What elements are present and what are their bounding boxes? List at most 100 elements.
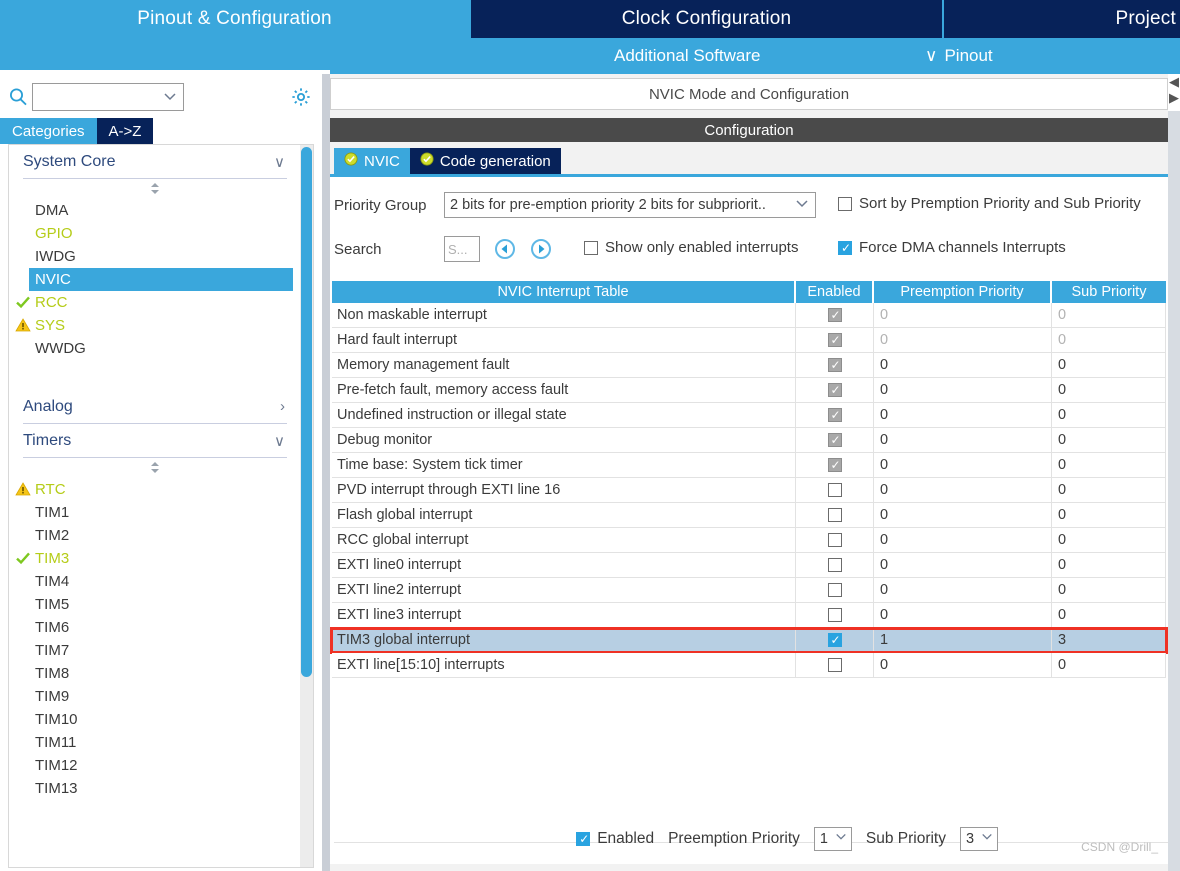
table-row[interactable]: RCC global interrupt 0 0	[332, 528, 1166, 553]
priority-group-select[interactable]: 2 bits for pre-emption priority 2 bits f…	[444, 192, 816, 218]
interrupt-enabled-cell[interactable]: ✓	[796, 378, 874, 402]
table-row[interactable]: Memory management fault ✓ 0 0	[332, 353, 1166, 378]
sidebar-tab-categories[interactable]: Categories	[0, 118, 97, 144]
interrupt-preemption-priority[interactable]: 0	[874, 553, 1052, 577]
list-spinner[interactable]	[9, 179, 301, 199]
interrupt-preemption-priority[interactable]: 0	[874, 403, 1052, 427]
interrupt-enabled-checkbox[interactable]	[827, 658, 842, 672]
interrupt-enabled-cell[interactable]: ✓	[796, 328, 874, 352]
sidebar-item-tim4[interactable]: TIM4	[9, 570, 301, 593]
collapse-right-icon[interactable]: ▶	[1168, 90, 1180, 106]
force-dma-checkbox-row[interactable]: ✓ Force DMA channels Interrupts	[838, 239, 1066, 256]
sidebar-item-tim8[interactable]: TIM8	[9, 662, 301, 685]
tab-pinout-configuration[interactable]: Pinout & Configuration	[0, 0, 469, 38]
interrupt-sub-priority[interactable]: 0	[1052, 428, 1166, 452]
sidebar-item-iwdg[interactable]: IWDG	[9, 245, 301, 268]
interrupt-preemption-priority[interactable]: 0	[874, 503, 1052, 527]
interrupt-enabled-checkbox[interactable]: ✓	[827, 408, 842, 422]
interrupt-enabled-cell[interactable]	[796, 603, 874, 627]
interrupt-sub-priority[interactable]: 0	[1052, 453, 1166, 477]
interrupt-enabled-cell[interactable]: ✓	[796, 628, 874, 652]
interrupt-enabled-checkbox[interactable]: ✓	[827, 458, 842, 472]
sidebar-item-rcc[interactable]: RCC	[9, 291, 301, 314]
interrupt-sub-priority[interactable]: 0	[1052, 303, 1166, 327]
interrupt-sub-priority[interactable]: 0	[1052, 478, 1166, 502]
interrupt-enabled-checkbox[interactable]	[827, 583, 842, 597]
interrupt-enabled-checkbox[interactable]: ✓	[827, 358, 842, 372]
interrupt-enabled-cell[interactable]: ✓	[796, 403, 874, 427]
table-row[interactable]: Hard fault interrupt ✓ 0 0	[332, 328, 1166, 353]
table-row[interactable]: PVD interrupt through EXTI line 16 0 0	[332, 478, 1166, 503]
sidebar-item-gpio[interactable]: GPIO	[9, 222, 301, 245]
interrupt-preemption-priority[interactable]: 0	[874, 378, 1052, 402]
interrupt-enabled-cell[interactable]: ✓	[796, 453, 874, 477]
interrupt-enabled-checkbox[interactable]: ✓	[827, 433, 842, 447]
sidebar-item-tim5[interactable]: TIM5	[9, 593, 301, 616]
sidebar-item-wwdg[interactable]: WWDG	[9, 337, 301, 360]
sidebar-item-sys[interactable]: SYS	[9, 314, 301, 337]
table-row[interactable]: EXTI line2 interrupt 0 0	[332, 578, 1166, 603]
tab-project-manager[interactable]: Project	[944, 0, 1180, 38]
interrupt-preemption-priority[interactable]: 0	[874, 528, 1052, 552]
tab-clock-configuration[interactable]: Clock Configuration	[471, 0, 942, 38]
sidebar-item-nvic[interactable]: NVIC	[29, 268, 293, 291]
interrupt-sub-priority[interactable]: 0	[1052, 603, 1166, 627]
interrupt-enabled-cell[interactable]	[796, 528, 874, 552]
collapse-left-icon[interactable]: ◀	[1168, 74, 1180, 90]
interrupt-preemption-priority[interactable]: 0	[874, 478, 1052, 502]
table-row[interactable]: Flash global interrupt 0 0	[332, 503, 1166, 528]
table-row[interactable]: TIM3 global interrupt ✓ 1 3	[330, 627, 1168, 654]
sidebar-item-tim1[interactable]: TIM1	[9, 501, 301, 524]
interrupt-enabled-checkbox[interactable]	[827, 558, 842, 572]
interrupt-enabled-cell[interactable]: ✓	[796, 303, 874, 327]
column-header-enabled[interactable]: Enabled	[796, 281, 874, 303]
sidebar-item-tim3[interactable]: TIM3	[9, 547, 301, 570]
tab-code-generation[interactable]: Code generation	[409, 148, 561, 174]
panel-divider[interactable]	[322, 74, 330, 871]
interrupt-enabled-checkbox[interactable]	[827, 608, 842, 622]
interrupt-enabled-cell[interactable]: ✓	[796, 353, 874, 377]
table-row[interactable]: Non maskable interrupt ✓ 0 0	[332, 303, 1166, 328]
sidebar-group-timers[interactable]: Timers ∨	[23, 424, 287, 458]
interrupt-enabled-checkbox[interactable]: ✓	[827, 383, 842, 397]
interrupt-sub-priority[interactable]: 0	[1052, 328, 1166, 352]
sidebar-item-tim9[interactable]: TIM9	[9, 685, 301, 708]
table-row[interactable]: Pre-fetch fault, memory access fault ✓ 0 0	[332, 378, 1166, 403]
preemption-priority-select[interactable]: 1	[813, 827, 852, 851]
interrupt-sub-priority[interactable]: 0	[1052, 503, 1166, 527]
panel-collapse-arrows[interactable]: ◀ ▶	[1168, 74, 1180, 111]
interrupt-preemption-priority[interactable]: 0	[874, 453, 1052, 477]
interrupt-sub-priority[interactable]: 0	[1052, 653, 1166, 677]
interrupt-preemption-priority[interactable]: 0	[874, 428, 1052, 452]
sidebar-group-analog[interactable]: Analog ›	[23, 390, 287, 424]
table-row[interactable]: Undefined instruction or illegal state ✓ 0…	[332, 403, 1166, 428]
column-header-name[interactable]: NVIC Interrupt Table	[332, 281, 796, 303]
interrupt-sub-priority[interactable]: 0	[1052, 553, 1166, 577]
interrupt-enabled-checkbox[interactable]: ✓	[827, 308, 842, 322]
sort-by-premption-checkbox-row[interactable]: Sort by Premption Priority and Sub Prior…	[838, 195, 1141, 212]
sidebar-item-tim6[interactable]: TIM6	[9, 616, 301, 639]
interrupt-preemption-priority[interactable]: 0	[874, 303, 1052, 327]
subtab-pinout[interactable]: ∨ Pinout	[925, 38, 993, 74]
sidebar-item-tim13[interactable]: TIM13	[9, 777, 301, 800]
interrupt-preemption-priority[interactable]: 0	[874, 353, 1052, 377]
show-only-enabled-checkbox[interactable]	[584, 240, 598, 255]
force-dma-checkbox[interactable]: ✓	[838, 240, 852, 255]
interrupt-enabled-checkbox[interactable]: ✓	[827, 633, 842, 647]
sidebar-scrollbar-track[interactable]	[300, 145, 313, 867]
interrupt-sub-priority[interactable]: 3	[1052, 628, 1166, 652]
sidebar-item-tim12[interactable]: TIM12	[9, 754, 301, 777]
list-spinner[interactable]	[9, 458, 301, 478]
interrupt-enabled-checkbox[interactable]: ✓	[827, 333, 842, 347]
gear-icon[interactable]	[290, 86, 312, 108]
enabled-checkbox[interactable]: ✓	[576, 832, 591, 846]
interrupt-enabled-checkbox[interactable]	[827, 483, 842, 497]
sidebar-item-rtc[interactable]: RTC	[9, 478, 301, 501]
interrupt-preemption-priority[interactable]: 0	[874, 603, 1052, 627]
table-row[interactable]: Debug monitor ✓ 0 0	[332, 428, 1166, 453]
sort-by-premption-checkbox[interactable]	[838, 196, 852, 211]
show-only-enabled-checkbox-row[interactable]: Show only enabled interrupts	[584, 239, 798, 256]
interrupt-sub-priority[interactable]: 0	[1052, 353, 1166, 377]
sidebar-search-input[interactable]	[32, 83, 184, 111]
sub-priority-select[interactable]: 3	[960, 827, 998, 851]
